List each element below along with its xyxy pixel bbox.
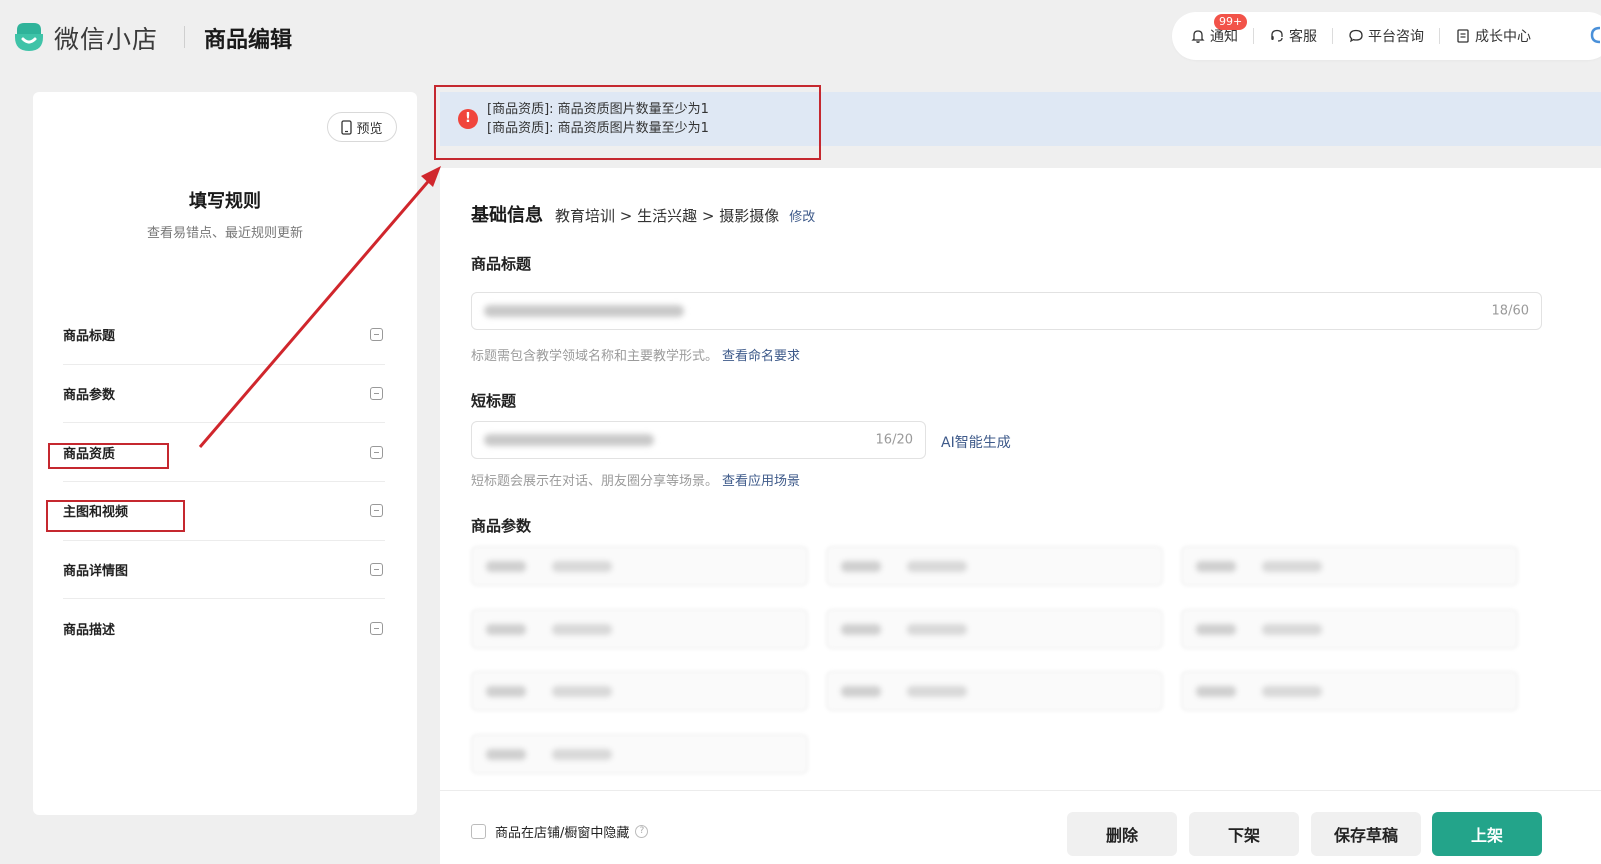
platform-consult-button[interactable]: 平台咨询 [1348, 26, 1424, 46]
param-field[interactable] [1181, 671, 1518, 711]
basic-info-header: 基础信息 教育培训 > 生活兴趣 > 摄影摄像 修改 [471, 201, 815, 227]
rule-item-qualification[interactable]: 商品资质 [63, 423, 385, 483]
document-icon [1457, 29, 1469, 43]
publish-button[interactable]: 上架 [1432, 812, 1542, 856]
action-divider [1253, 28, 1254, 44]
platform-consult-label: 平台咨询 [1368, 29, 1424, 45]
rule-item-product-params[interactable]: 商品参数 [63, 365, 385, 424]
naming-rules-link[interactable]: 查看命名要求 [722, 349, 800, 364]
product-form: 基础信息 教育培训 > 生活兴趣 > 摄影摄像 修改 商品标题 18/60 标题… [440, 168, 1601, 864]
product-title-label: 商品标题 [471, 255, 532, 273]
category-breadcrumb: 教育培训 > 生活兴趣 > 摄影摄像 [555, 207, 780, 225]
notification-badge: 99+ [1214, 14, 1248, 30]
modify-category-link[interactable]: 修改 [789, 206, 815, 225]
params-label: 商品参数 [471, 517, 532, 535]
action-divider [1332, 28, 1333, 44]
rule-item-label: 商品详情图 [63, 564, 129, 580]
rules-title: 填写规则 [189, 191, 261, 212]
blurred-short-title-text [484, 434, 654, 446]
rule-item-product-title[interactable]: 商品标题 [63, 306, 385, 365]
error-message: [商品资质]: 商品资质图片数量至少为1 [487, 121, 709, 136]
title-char-counter: 18/60 [1491, 303, 1529, 319]
short-title-input[interactable]: 16/20 [471, 421, 926, 459]
short-title-hint: 短标题会展示在对话、朋友圈分享等场景。 查看应用场景 [471, 470, 800, 489]
param-field[interactable] [471, 546, 808, 586]
collapse-icon [370, 328, 383, 342]
growth-center-button[interactable]: 成长中心 [1455, 26, 1531, 46]
page-title: 商品编辑 [204, 28, 293, 53]
customer-service-label: 客服 [1289, 29, 1317, 45]
customer-service-button[interactable]: 客服 [1269, 26, 1317, 46]
phone-icon [341, 119, 353, 135]
short-title-char-counter: 16/20 [875, 432, 913, 448]
collapse-icon [370, 445, 383, 459]
delete-button[interactable]: 删除 [1067, 812, 1177, 856]
ai-generate-link[interactable]: AI智能生成 [941, 432, 1011, 452]
preview-button[interactable]: 预览 [327, 112, 397, 142]
notifications-button[interactable]: 通知 99+ [1190, 14, 1248, 46]
error-messages: [商品资质]: 商品资质图片数量至少为1 [商品资质]: 商品资质图片数量至少为… [487, 100, 709, 138]
chat-bubble-icon [1349, 29, 1363, 43]
footer-divider [440, 790, 1601, 791]
growth-center-label: 成长中心 [1475, 29, 1531, 45]
error-message: [商品资质]: 商品资质图片数量至少为1 [487, 102, 709, 117]
header-divider [184, 26, 185, 48]
short-title-label: 短标题 [471, 392, 517, 410]
param-field[interactable] [826, 546, 1163, 586]
rule-item-description[interactable]: 商品描述 [63, 599, 385, 658]
refresh-icon[interactable] [1588, 22, 1601, 48]
hide-in-shop-label: 商品在店铺/橱窗中隐藏 [495, 826, 630, 841]
param-field[interactable] [1181, 609, 1518, 649]
rule-item-label: 商品描述 [63, 623, 116, 639]
section-title: 基础信息 [471, 205, 543, 226]
rule-item-label: 商品参数 [63, 388, 116, 404]
help-icon[interactable]: ? [635, 825, 649, 838]
collapse-icon [370, 563, 383, 577]
action-divider [1439, 28, 1440, 44]
weixin-shop-logo-icon [15, 23, 43, 51]
param-field[interactable] [826, 671, 1163, 711]
rule-item-label: 商品标题 [63, 329, 116, 345]
param-field[interactable] [471, 609, 808, 649]
product-title-input[interactable]: 18/60 [471, 292, 1542, 330]
logo-text: 微信小店 [54, 25, 159, 54]
rule-item-detail-images[interactable]: 商品详情图 [63, 541, 385, 600]
rules-panel: 预览 填写规则 查看易错点、最近规则更新 商品标题 商品参数 商品资质 主图和视… [33, 92, 417, 815]
usage-scenes-link[interactable]: 查看应用场景 [722, 474, 800, 489]
title-hint-text: 标题需包含教学领域名称和主要教学形式。 [471, 349, 719, 364]
rule-item-main-image-video[interactable]: 主图和视频 [63, 482, 385, 541]
param-field[interactable] [1181, 546, 1518, 586]
param-field[interactable] [471, 734, 808, 774]
bell-icon [1191, 30, 1205, 43]
top-action-bar: 通知 99+ 客服 平台咨询 成长中心 [1172, 12, 1601, 60]
title-hint: 标题需包含教学领域名称和主要教学形式。 查看命名要求 [471, 345, 800, 364]
collapse-icon [370, 387, 383, 401]
short-title-hint-text: 短标题会展示在对话、朋友圈分享等场景。 [471, 474, 719, 489]
error-banner: ! [商品资质]: 商品资质图片数量至少为1 [商品资质]: 商品资质图片数量至… [440, 92, 1601, 146]
collapse-icon [370, 504, 383, 518]
rules-subtitle[interactable]: 查看易错点、最近规则更新 [33, 222, 417, 241]
rule-item-label: 主图和视频 [63, 505, 129, 521]
rule-list: 商品标题 商品参数 商品资质 主图和视频 商品详情图 商品描述 [63, 306, 385, 658]
hide-in-shop-option: 商品在店铺/橱窗中隐藏 ? [471, 822, 649, 841]
unlist-button[interactable]: 下架 [1189, 812, 1299, 856]
hide-in-shop-checkbox[interactable] [471, 824, 486, 839]
rule-item-label: 商品资质 [63, 446, 116, 462]
collapse-icon [370, 622, 383, 636]
param-field[interactable] [471, 671, 808, 711]
blurred-title-text [484, 305, 684, 317]
headset-icon [1271, 29, 1283, 42]
preview-label: 预览 [356, 121, 383, 137]
param-field[interactable] [826, 609, 1163, 649]
error-icon: ! [458, 109, 478, 129]
save-draft-button[interactable]: 保存草稿 [1311, 812, 1421, 856]
